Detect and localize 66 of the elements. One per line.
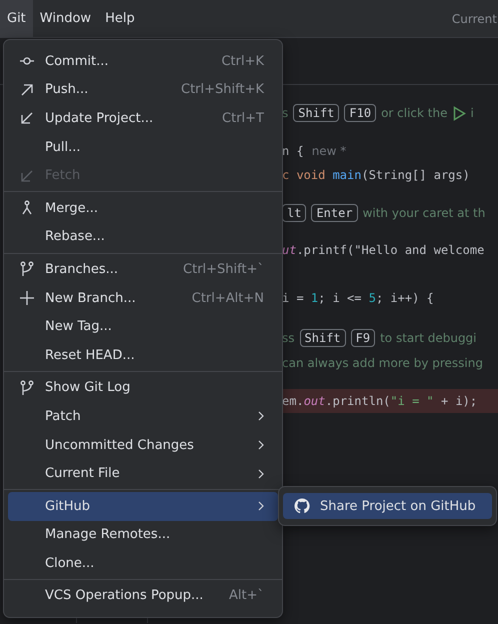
arrow-up-right-icon — [19, 82, 35, 98]
code-text: ; i <= — [318, 291, 362, 305]
menu-item[interactable]: Current File — [8, 459, 278, 488]
menu-item[interactable]: Clone... — [8, 549, 278, 578]
shortcut-text: Ctrl+T — [222, 110, 264, 126]
hint-text: i — [470, 106, 474, 120]
hint-text: with your caret at th — [362, 206, 486, 220]
menu-item[interactable]: Manage Remotes... — [8, 520, 278, 550]
shortcut-text: Ctrl+Shift+` — [183, 262, 264, 277]
code-text: out — [304, 394, 326, 408]
code-text: n { — [282, 144, 304, 158]
menu-item[interactable]: Uncommitted Changes — [8, 430, 278, 460]
code-text: .println( — [325, 394, 390, 408]
menu-item[interactable]: Show Git Log — [8, 374, 278, 402]
menu-item[interactable]: Commit... Ctrl+K — [8, 47, 278, 76]
code-text: "i = " — [390, 394, 434, 408]
menu-item[interactable]: Push... Ctrl+Shift+K — [8, 76, 278, 104]
keycap: F10 — [344, 104, 376, 122]
hint-text: to start debuggi — [380, 331, 477, 345]
menu-item[interactable]: GitHub — [8, 492, 278, 520]
code-text: ut — [282, 243, 296, 257]
menu-item[interactable]: Share Project on GitHub — [283, 493, 492, 519]
menu-item[interactable]: Rebase... — [8, 222, 278, 252]
hint-text: ss — [282, 331, 295, 345]
menu-item[interactable]: Patch — [8, 402, 278, 431]
play-icon — [452, 106, 466, 120]
plus-icon — [19, 290, 35, 306]
code-text: em. — [282, 394, 304, 408]
menu-bar-item[interactable]: Window — [32, 0, 98, 37]
run-configuration-label[interactable]: Current — [452, 11, 497, 26]
hint-text: can always add more by pressing — [282, 356, 483, 370]
code-text: (String[] args) — [361, 168, 470, 182]
shortcut-text: Ctrl+K — [221, 54, 264, 69]
code-text: 5 — [368, 291, 376, 305]
code-text: .printf("Hello and welcome — [296, 243, 484, 257]
hint-text: s — [282, 106, 288, 120]
code-text: 1 — [310, 291, 318, 305]
shortcut-text: Ctrl+Shift+K — [181, 82, 264, 98]
arrow-down-left-icon — [19, 168, 35, 184]
menu-item[interactable]: VCS Operations Popup... Alt+` — [8, 582, 278, 610]
menu-item[interactable]: Update Project... Ctrl+T — [8, 104, 278, 133]
shortcut-text: Ctrl+Alt+N — [192, 290, 264, 306]
code-text: ; i++) { — [376, 291, 434, 305]
keycap: Shift — [300, 329, 346, 347]
arrow-down-left-icon — [19, 110, 35, 126]
code-text: c void — [282, 168, 326, 182]
menu-item[interactable]: Reset HEAD... — [8, 340, 278, 370]
branch-icon — [19, 261, 35, 278]
code-text: main — [332, 168, 362, 182]
menu-bar-item[interactable]: Git — [0, 0, 33, 37]
menu-item[interactable]: New Tag... — [8, 312, 278, 341]
menu-item[interactable]: Branches... Ctrl+Shift+` — [8, 255, 278, 284]
menu-item[interactable]: Merge... — [8, 194, 278, 223]
keycap: Shift — [293, 104, 340, 122]
menu-item[interactable]: New Branch... Ctrl+Alt+N — [8, 284, 278, 312]
branch-icon — [19, 380, 35, 396]
shortcut-text: Alt+` — [229, 588, 264, 604]
keycap: F9 — [350, 329, 376, 347]
menu-bar-item[interactable]: Help — [98, 0, 142, 37]
hint-text: or click the — [381, 106, 448, 120]
menu-item[interactable]: Pull... — [8, 132, 278, 162]
code-text: + i); — [440, 394, 478, 408]
inlay-hint: new * — [312, 144, 346, 158]
code-text: i = — [282, 291, 305, 305]
github-logo-icon — [294, 498, 310, 514]
keycap: Enter — [311, 204, 358, 222]
